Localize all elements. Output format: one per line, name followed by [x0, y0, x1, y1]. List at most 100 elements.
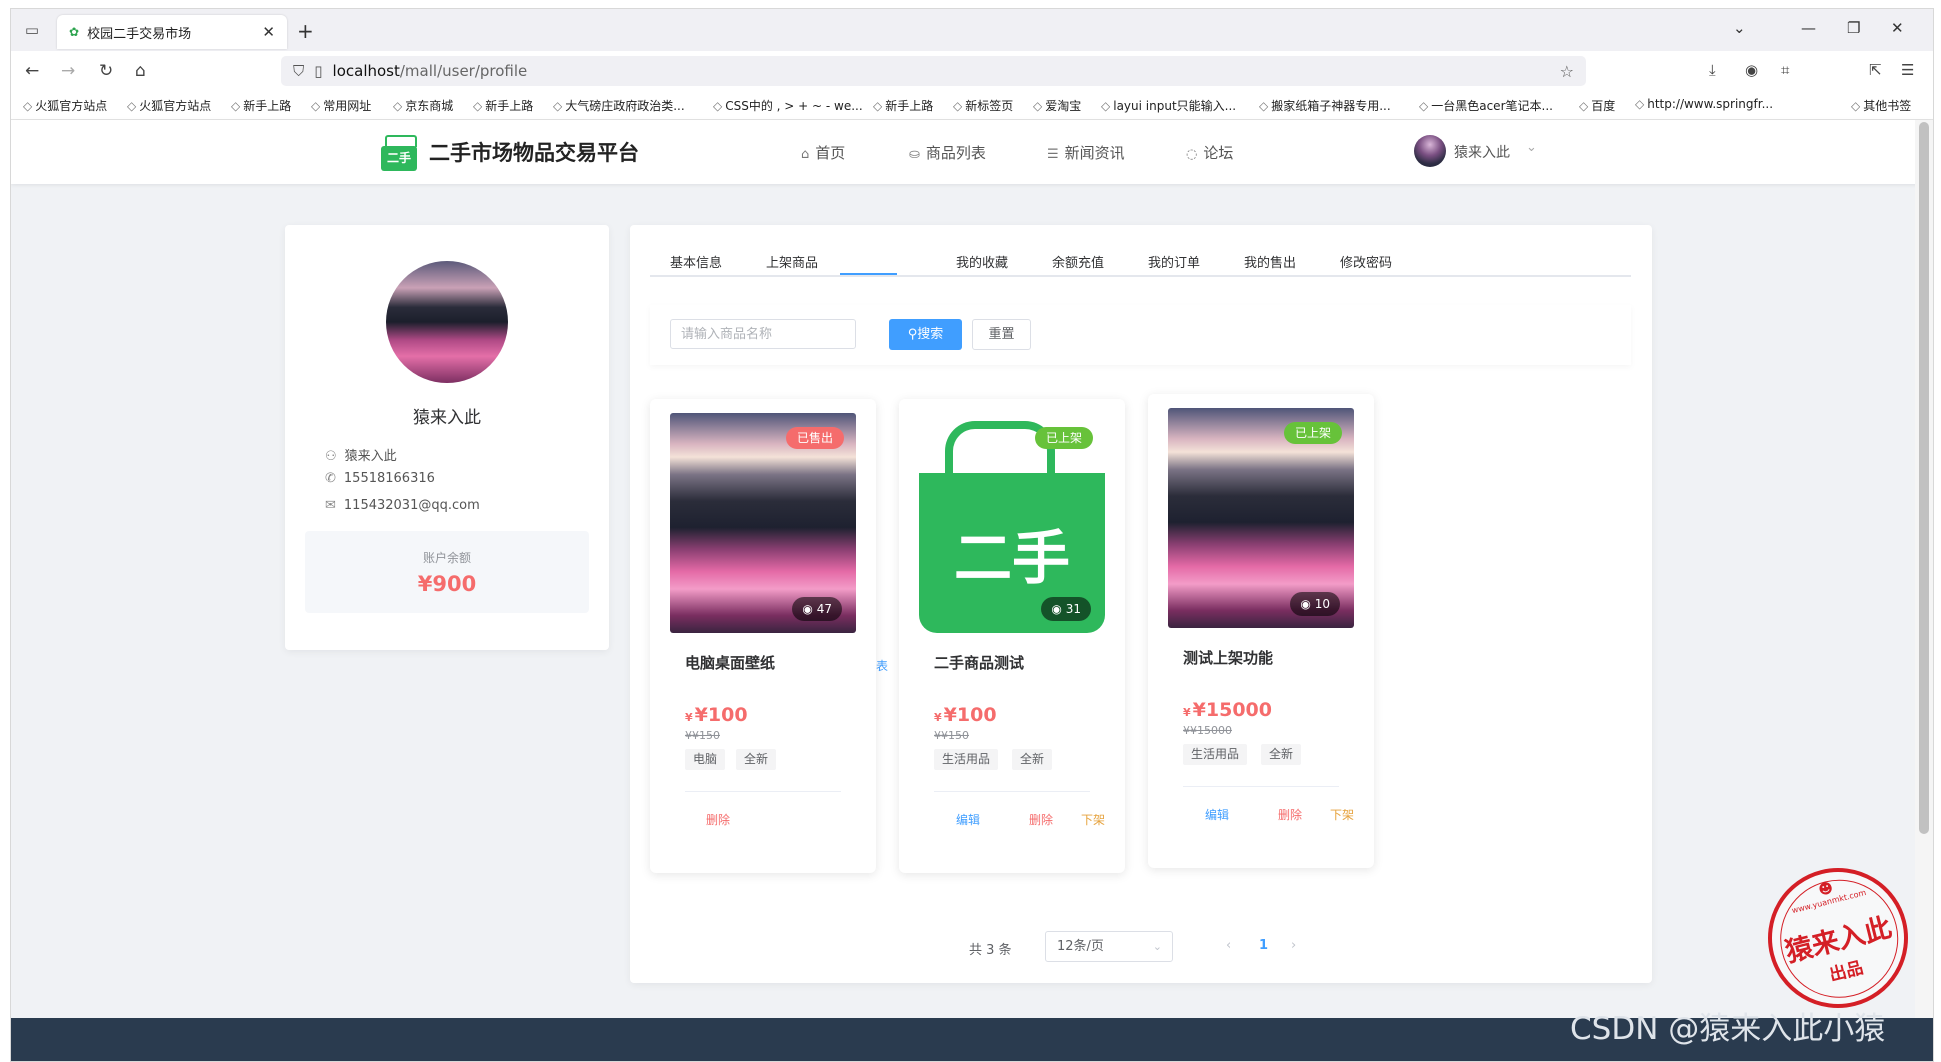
bookmark-item[interactable]: ◇ 搬家纸箱子神器专用...	[1259, 97, 1391, 114]
tab-0[interactable]: 基本信息	[670, 252, 722, 271]
unlist-button[interactable]: 下架	[1081, 811, 1105, 828]
url-bar[interactable]: ⛉ ▯ localhost /mall/user/profile ☆	[281, 56, 1586, 86]
forward-icon[interactable]: →	[61, 61, 75, 81]
bookmark-item[interactable]: ◇ http://www.springfr...	[1635, 97, 1773, 111]
close-window-icon[interactable]: ✕	[1891, 19, 1904, 37]
site-logo[interactable]: 二手	[381, 135, 417, 171]
back-icon[interactable]: ←	[25, 61, 39, 81]
divider	[1183, 786, 1339, 787]
download-icon[interactable]: ⤓	[1709, 61, 1716, 79]
bookmark-icon: ◇	[953, 99, 963, 113]
delete-button[interactable]: 删除	[1278, 806, 1302, 823]
bookmark-item[interactable]: ◇ 常用网址	[311, 97, 371, 114]
reload-icon[interactable]: ↻	[99, 61, 113, 81]
unlist-button[interactable]: 下架	[1330, 806, 1354, 823]
tab-6[interactable]: 我的售出	[1244, 252, 1296, 271]
bookmark-item[interactable]: ◇ 火狐官方站点	[127, 97, 211, 114]
edit-button[interactable]: 编辑	[1205, 806, 1229, 823]
product-tag: 全新	[736, 749, 777, 770]
tab-4[interactable]: 余额充值	[1052, 252, 1104, 271]
product-title[interactable]: 测试上架功能	[1183, 647, 1273, 668]
delete-button[interactable]: 删除	[706, 811, 730, 828]
nav-products[interactable]: ⛀ 商品列表	[909, 142, 986, 163]
bookmark-item[interactable]: ◇ 新手上路	[873, 97, 933, 114]
chevron-down-icon[interactable]: ⌄	[1733, 19, 1746, 37]
account-icon[interactable]: ◉	[1745, 61, 1758, 79]
product-title[interactable]: 二手商品测试	[934, 652, 1024, 673]
delete-button[interactable]: 删除	[1029, 811, 1053, 828]
reset-button[interactable]: 重置	[972, 319, 1031, 350]
page-size-select[interactable]: 12条/页 ⌄	[1045, 931, 1173, 962]
browser-tab[interactable]: ✿ 校园二手交易市场 ✕	[57, 15, 287, 49]
edit-button[interactable]: 编辑	[956, 811, 980, 828]
tab-5[interactable]: 我的订单	[1148, 252, 1200, 271]
search-input[interactable]	[670, 319, 856, 349]
bookmark-item[interactable]: ◇ 爱淘宝	[1033, 97, 1081, 114]
search-bar: ⚲搜索 重置	[650, 305, 1631, 365]
product-image[interactable]: 已售出 ◉ 47	[670, 413, 856, 633]
product-title[interactable]: 电脑桌面壁纸	[685, 652, 775, 673]
close-tab-icon[interactable]: ✕	[262, 23, 275, 41]
search-button[interactable]: ⚲搜索	[889, 319, 962, 350]
scrollbar-thumb[interactable]	[1919, 122, 1929, 834]
profile-avatar	[386, 261, 508, 383]
product-card[interactable]: 二手 已上架 ◉ 31 二手商品测试 ¥ ¥100 ¥¥150 生活用品 全新 编…	[899, 399, 1125, 873]
new-tab-icon[interactable]: +	[297, 19, 314, 43]
site-name: 二手市场物品交易平台	[429, 141, 639, 165]
browser-window: ▭ ✿ 校园二手交易市场 ✕ + ⌄ — ❐ ✕ ← → ↻ ⌂ ⛉ ▯ loc…	[10, 8, 1934, 1062]
eye-icon: ◉	[1300, 597, 1315, 611]
product-image[interactable]: 二手 已上架 ◉ 31	[919, 413, 1105, 633]
product-tag: 生活用品	[1183, 744, 1248, 765]
prev-page-button[interactable]: ‹	[1226, 938, 1231, 953]
scrollbar[interactable]	[1915, 120, 1933, 1018]
menu-icon[interactable]: ☰	[1901, 61, 1914, 79]
tab-1[interactable]: 上架商品	[766, 252, 818, 271]
nav-forum[interactable]: ◌ 论坛	[1186, 142, 1233, 163]
bookmark-item[interactable]: ◇ 其他书签	[1851, 97, 1911, 114]
bookmark-item[interactable]: ◇ 京东商城	[393, 97, 453, 114]
next-page-button[interactable]: ›	[1291, 938, 1296, 953]
nav-home[interactable]: ⌂ 首页	[801, 142, 845, 163]
bookmark-icon: ◇	[1851, 99, 1861, 113]
view-count: ◉ 31	[1041, 597, 1091, 621]
bookmark-item[interactable]: ◇ 一台黑色acer笔记本...	[1419, 97, 1553, 114]
share-icon[interactable]: ⇱	[1869, 61, 1882, 79]
tab-list-icon[interactable]: ▭	[19, 17, 45, 43]
bookmark-item[interactable]: ◇ 新标签页	[953, 97, 1013, 114]
restore-icon[interactable]: ❐	[1847, 19, 1860, 37]
bookmarks-bar: ◇ 火狐官方站点 ◇ 火狐官方站点 ◇ 新手上路 ◇ 常用网址 ◇ 京东商城 ◇ 新手上路 ◇ 大气磅庄政…	[11, 91, 1933, 120]
balance-label: 账户余额	[422, 551, 471, 565]
bookmark-icon: ◇	[1101, 99, 1111, 113]
url-path: /mall/user/profile	[399, 62, 528, 80]
bookmark-item[interactable]: ◇ layui input只能输入...	[1101, 97, 1236, 114]
bookmark-item[interactable]: ◇ CSS中的 , > + ~ - we...	[713, 97, 863, 114]
tab-3[interactable]: 我的收藏	[956, 252, 1008, 271]
page-icon: ▯	[314, 62, 323, 80]
chevron-down-icon[interactable]: ⌄	[1526, 140, 1537, 155]
bookmark-item[interactable]: ◇ 新手上路	[231, 97, 291, 114]
extension-icon[interactable]: ⌗	[1781, 61, 1789, 79]
product-card[interactable]: 已上架 ◉ 10 测试上架功能 ¥ ¥15000 ¥¥15000 生活用品 全新 …	[1148, 394, 1374, 868]
product-card[interactable]: 已售出 ◉ 47 电脑桌面壁纸 ¥ ¥100 ¥¥150 电脑 全新 删除	[650, 399, 876, 873]
tab-7[interactable]: 修改密码	[1340, 252, 1392, 271]
eye-icon: ◉	[802, 602, 817, 616]
bookmark-icon: ◇	[1259, 99, 1269, 113]
bookmark-item[interactable]: ◇ 火狐官方站点	[23, 97, 107, 114]
page-number[interactable]: 1	[1259, 938, 1268, 953]
bookmark-item[interactable]: ◇ 百度	[1579, 97, 1615, 114]
status-badge: 已上架	[1283, 422, 1342, 444]
original-price: ¥¥150	[685, 729, 720, 742]
image-logo-text: 二手	[953, 524, 1070, 592]
bookmark-item[interactable]: ◇ 新手上路	[473, 97, 533, 114]
user-icon: ⚇	[325, 449, 337, 464]
bookmark-icon: ◇	[393, 99, 403, 113]
bookmark-item[interactable]: ◇ 大气磅庄政府政治类...	[553, 97, 685, 114]
minimize-icon[interactable]: —	[1801, 19, 1816, 37]
profile-username: ⚇ 猿来入此	[325, 449, 397, 464]
avatar[interactable]	[1414, 135, 1446, 167]
product-image[interactable]: 已上架 ◉ 10	[1168, 408, 1354, 628]
home-icon[interactable]: ⌂	[135, 61, 146, 81]
nav-news[interactable]: ☰ 新闻资讯	[1047, 142, 1125, 163]
user-name[interactable]: 猿来入此	[1454, 142, 1510, 162]
bookmark-star-icon[interactable]: ☆	[1560, 62, 1574, 81]
